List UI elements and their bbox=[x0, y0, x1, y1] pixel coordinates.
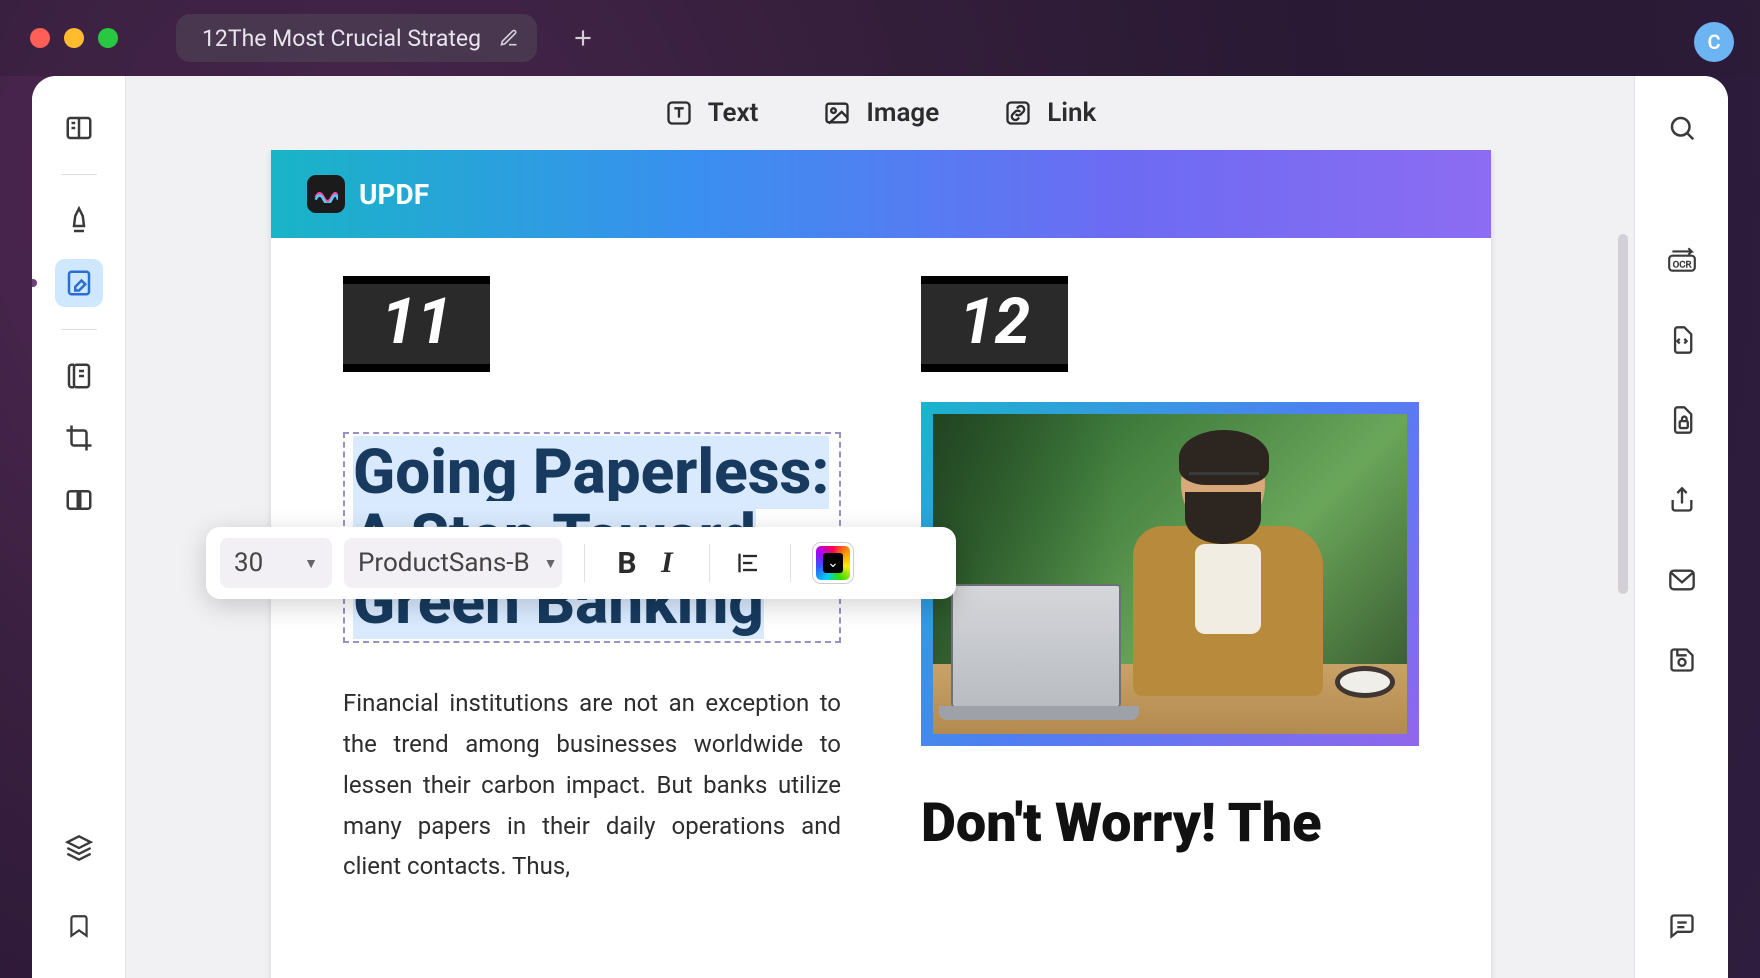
insert-image-button[interactable]: Image bbox=[822, 98, 939, 128]
separator bbox=[584, 544, 585, 582]
svg-text:OCR: OCR bbox=[1672, 259, 1691, 270]
protect-button[interactable] bbox=[1658, 396, 1706, 444]
layers-button[interactable] bbox=[55, 824, 103, 872]
edit-tool-button[interactable] bbox=[55, 259, 103, 307]
separator bbox=[61, 174, 97, 175]
tab-title: 12The Most Crucial Strateg bbox=[202, 25, 481, 52]
photo-frame[interactable] bbox=[921, 402, 1419, 746]
share-button[interactable] bbox=[1658, 476, 1706, 524]
add-tab-button[interactable] bbox=[565, 20, 601, 56]
window-maximize-button[interactable] bbox=[98, 28, 118, 48]
insert-text-button[interactable]: Text bbox=[664, 98, 759, 128]
search-button[interactable] bbox=[1658, 104, 1706, 152]
crop-tool-button[interactable] bbox=[55, 414, 103, 462]
document-area: Text Image Link bbox=[126, 76, 1634, 978]
title-bar: 12The Most Crucial Strateg C bbox=[0, 0, 1760, 76]
mail-button[interactable] bbox=[1658, 556, 1706, 604]
image-icon bbox=[822, 98, 852, 128]
page-header-bar: UPDF bbox=[271, 150, 1491, 238]
edit-toolbar: Text Image Link bbox=[126, 76, 1634, 150]
chevron-down-icon: ▼ bbox=[304, 555, 318, 572]
right-sidebar: OCR bbox=[1634, 76, 1728, 978]
section-number-block: 12 bbox=[921, 276, 1068, 372]
app-window: Text Image Link bbox=[32, 76, 1728, 978]
convert-button[interactable] bbox=[1658, 316, 1706, 364]
reader-mode-button[interactable] bbox=[55, 104, 103, 152]
photo-person-laptop bbox=[933, 414, 1407, 734]
comment-button[interactable] bbox=[1658, 902, 1706, 950]
pages-tool-button[interactable] bbox=[55, 352, 103, 400]
bold-button[interactable]: B bbox=[607, 538, 647, 588]
window-close-button[interactable] bbox=[30, 28, 50, 48]
compare-tool-button[interactable] bbox=[55, 476, 103, 524]
canvas[interactable]: UPDF 11 Going Paperless: A Step Toward G… bbox=[126, 150, 1634, 978]
section-number-block: 11 bbox=[343, 276, 490, 372]
section-number: 12 bbox=[921, 284, 1068, 364]
insert-text-label: Text bbox=[708, 98, 759, 128]
heading-text[interactable]: Don't Worry! The bbox=[921, 796, 1419, 853]
document-tab[interactable]: 12The Most Crucial Strateg bbox=[176, 14, 537, 62]
separator bbox=[61, 329, 97, 330]
body-paragraph[interactable]: Financial institutions are not an except… bbox=[343, 683, 841, 887]
left-sidebar bbox=[32, 76, 126, 978]
section-number: 11 bbox=[343, 284, 490, 364]
font-family-selector[interactable]: ProductSans-B ▼ bbox=[344, 538, 562, 588]
ocr-button[interactable]: OCR bbox=[1658, 236, 1706, 284]
highlight-tool-button[interactable] bbox=[55, 197, 103, 245]
text-format-toolbar: 30 ▼ ProductSans-B ▼ B I ⌄ bbox=[206, 527, 956, 599]
separator bbox=[709, 544, 710, 582]
window-minimize-button[interactable] bbox=[64, 28, 84, 48]
insert-link-label: Link bbox=[1047, 98, 1096, 128]
insert-image-label: Image bbox=[866, 98, 939, 128]
updf-logo-icon bbox=[307, 175, 345, 213]
separator bbox=[790, 544, 791, 582]
save-button[interactable] bbox=[1658, 636, 1706, 684]
column-2: 12 bbox=[921, 276, 1419, 887]
font-size-value: 30 bbox=[234, 548, 263, 578]
insert-link-button[interactable]: Link bbox=[1003, 98, 1096, 128]
font-size-selector[interactable]: 30 ▼ bbox=[220, 538, 332, 588]
bookmark-button[interactable] bbox=[55, 902, 103, 950]
font-family-value: ProductSans-B bbox=[358, 548, 530, 578]
chevron-down-icon: ⌄ bbox=[827, 555, 839, 571]
avatar-letter: C bbox=[1707, 30, 1720, 54]
text-icon bbox=[664, 98, 694, 128]
brand-label: UPDF bbox=[359, 178, 429, 211]
scrollbar[interactable] bbox=[1618, 234, 1628, 594]
link-icon bbox=[1003, 98, 1033, 128]
italic-button[interactable]: I bbox=[647, 538, 687, 588]
avatar[interactable]: C bbox=[1694, 22, 1734, 62]
pencil-icon[interactable] bbox=[499, 28, 519, 48]
window-controls bbox=[30, 28, 118, 48]
font-color-button[interactable]: ⌄ bbox=[813, 543, 853, 583]
chevron-down-icon: ▼ bbox=[544, 555, 558, 572]
align-button[interactable] bbox=[732, 538, 768, 588]
